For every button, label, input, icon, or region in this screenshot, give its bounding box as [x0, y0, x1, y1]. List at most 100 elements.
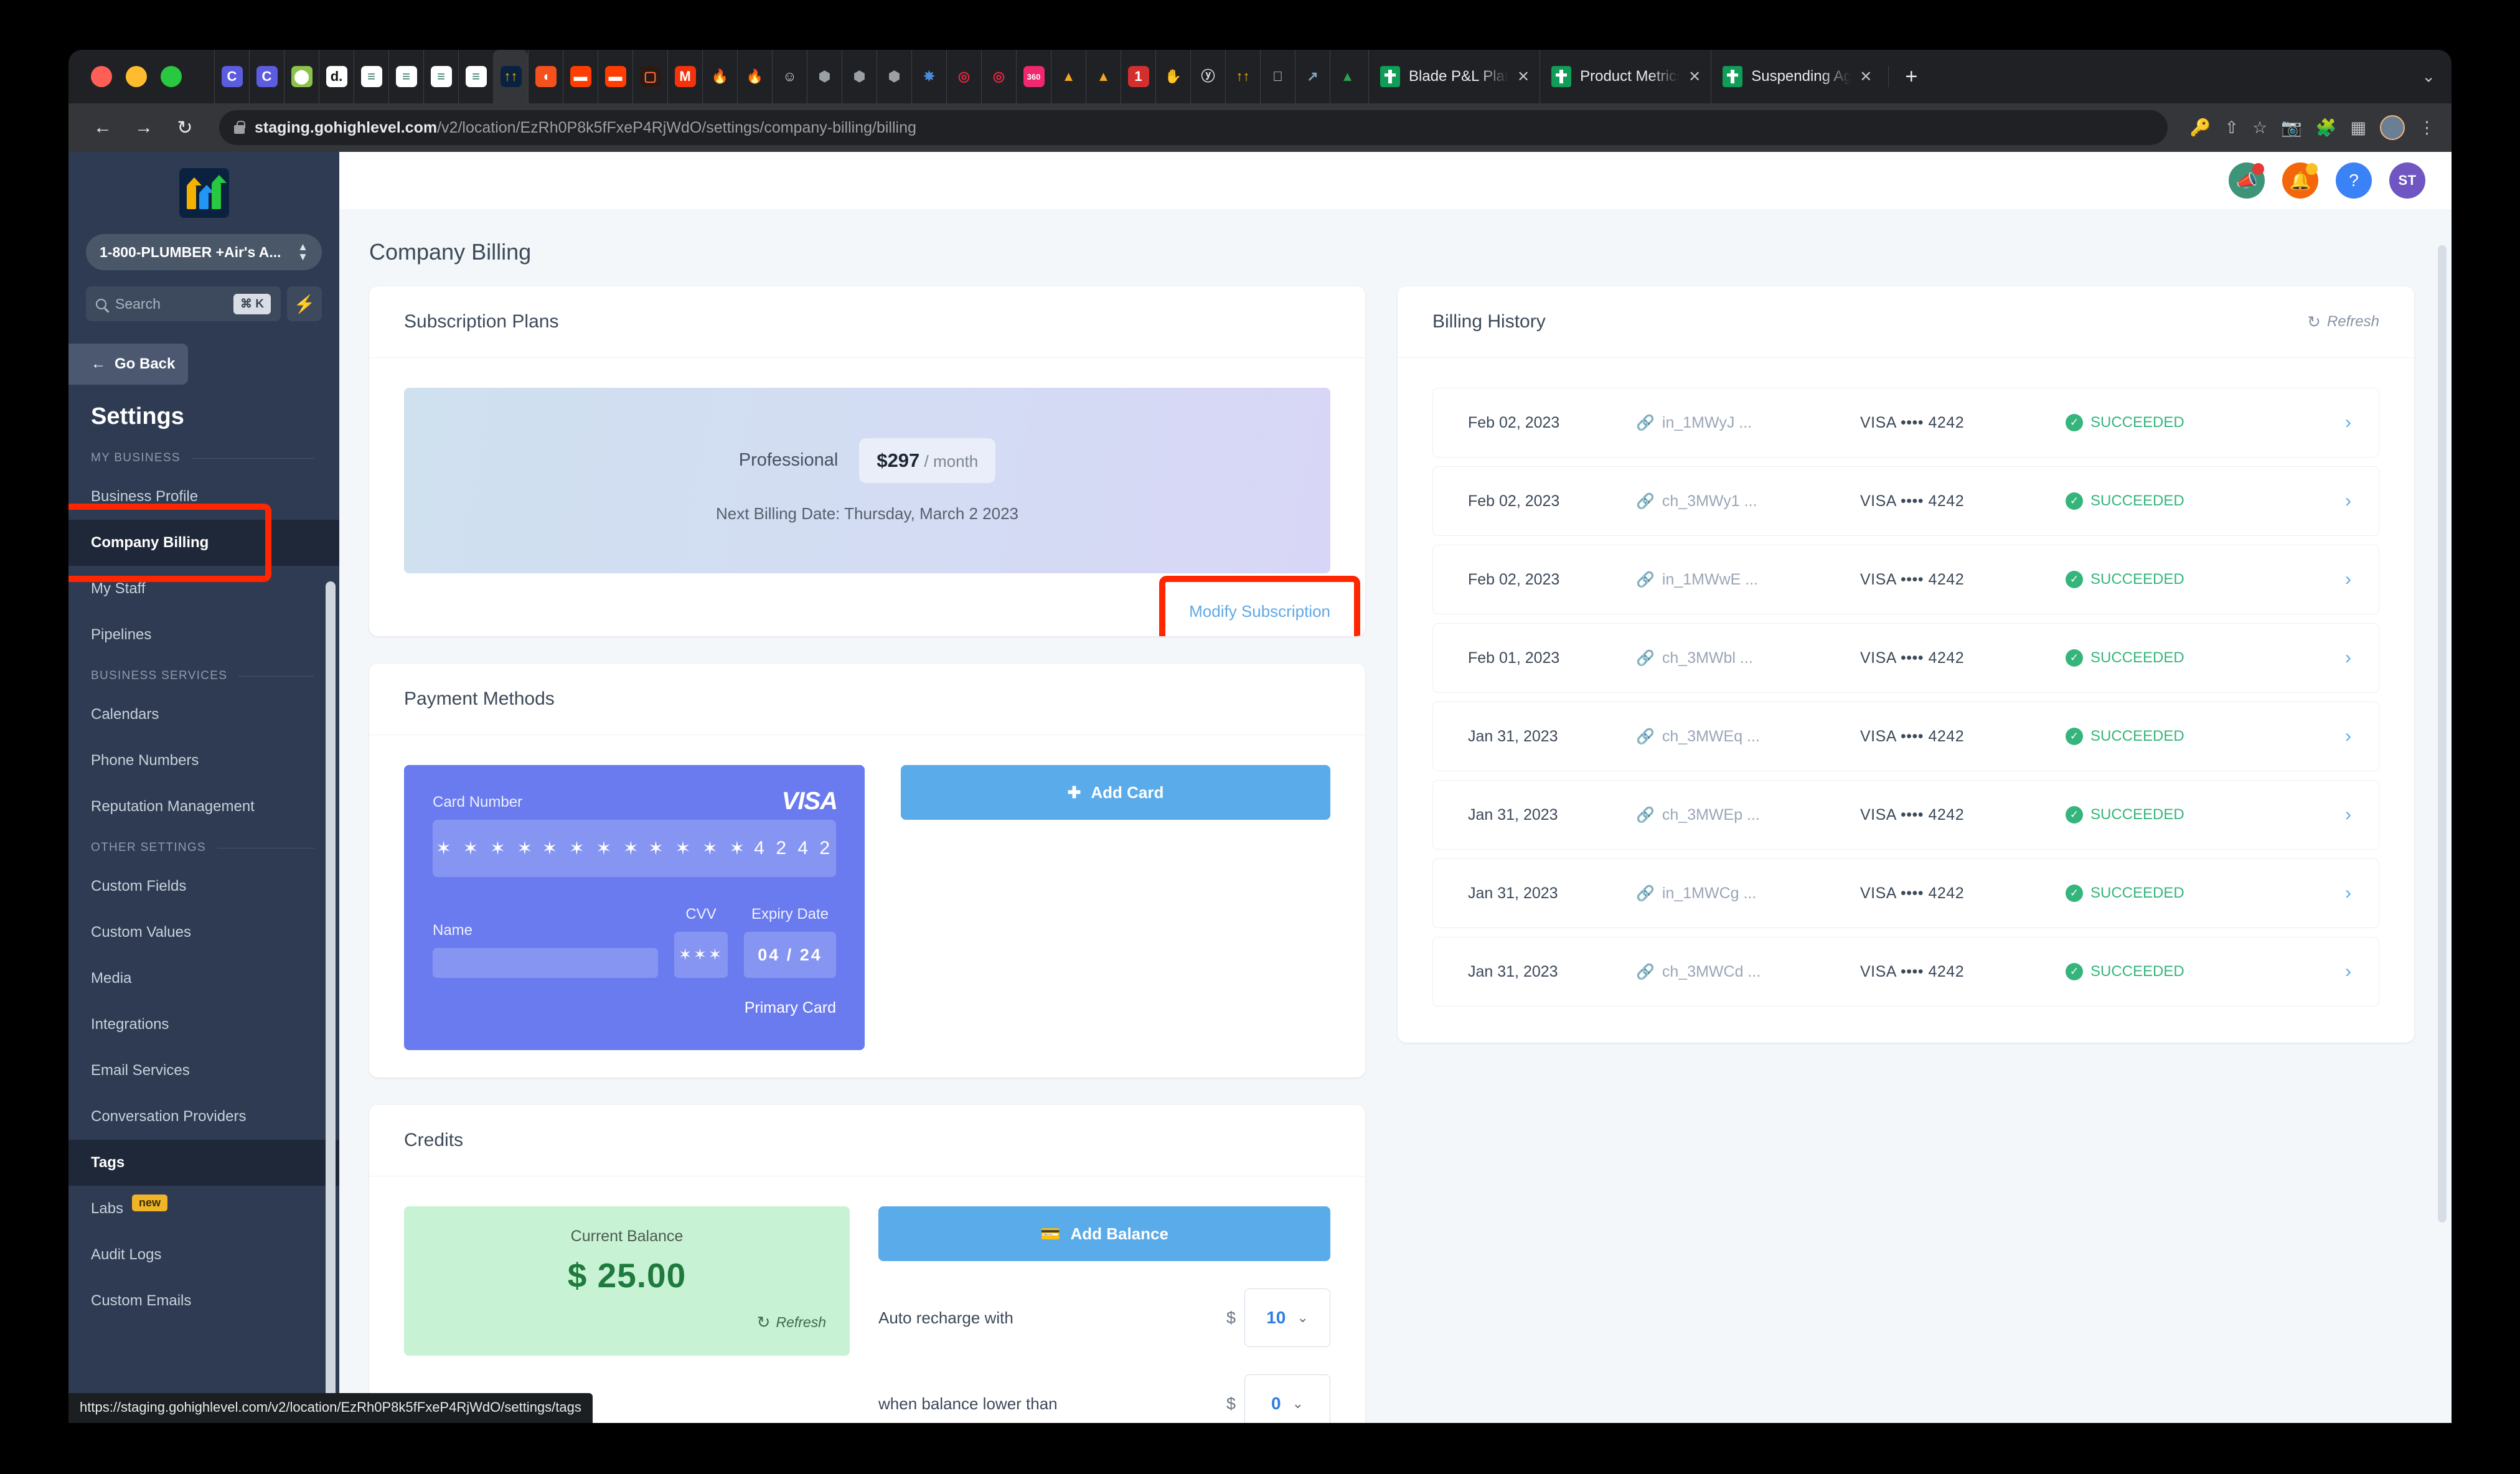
reload-button[interactable]: ↻ [167, 110, 203, 146]
star-icon[interactable]: ☆ [2252, 118, 2267, 138]
new-tab-button[interactable]: + [1888, 66, 1934, 87]
sidebar-item-pipelines[interactable]: Pipelines [68, 612, 339, 658]
table-row[interactable]: Feb 02, 2023 🔗 in_1MWyJ ... VISA •••• 4242 ✓… [1432, 388, 2379, 458]
pinned-tab[interactable]: ▲ [1051, 50, 1086, 103]
back-button[interactable]: ← [85, 110, 121, 146]
maximize-window-button[interactable] [161, 66, 182, 87]
sidebar-item-business-profile[interactable]: Business Profile [68, 474, 339, 520]
browser-tab[interactable]: Suspending Ag ✕ [1711, 50, 1882, 103]
chevron-right-icon[interactable]: › [2325, 726, 2371, 747]
transaction-id-link[interactable]: 🔗 ch_3MWCd ... [1636, 963, 1860, 981]
modify-subscription-link[interactable]: Modify Subscription [1189, 602, 1330, 621]
chevron-right-icon[interactable]: › [2325, 647, 2371, 669]
go-back-button[interactable]: ← Go Back [68, 344, 188, 385]
pinned-tab[interactable]: ≡ [458, 50, 493, 103]
sidebar-item-my-staff[interactable]: My Staff [68, 566, 339, 612]
chevron-right-icon[interactable]: › [2325, 569, 2371, 590]
sidebar-item-custom-fields[interactable]: Custom Fields [68, 863, 339, 909]
transaction-id-link[interactable]: 🔗 in_1MWCg ... [1636, 885, 1860, 903]
pinned-tab[interactable]: ≡ [354, 50, 388, 103]
pinned-tab[interactable]: ◖ [528, 50, 563, 103]
transaction-id-link[interactable]: 🔗 ch_3MWy1 ... [1636, 492, 1860, 510]
pinned-tab[interactable]: ✵ [911, 50, 946, 103]
pinned-tab[interactable]: M [667, 50, 702, 103]
pinned-tab[interactable]: ◎ [946, 50, 981, 103]
chrome-menu-icon[interactable]: ⋮ [2419, 118, 2435, 138]
pinned-tab[interactable]: 🔥 [702, 50, 737, 103]
pinned-tab[interactable]: 🔥 [737, 50, 772, 103]
sidebar-item-email-services[interactable]: Email Services [68, 1048, 339, 1094]
highlevel-logo-icon[interactable] [179, 168, 229, 218]
sidebar-item-phone-numbers[interactable]: Phone Numbers [68, 738, 339, 784]
table-row[interactable]: Jan 31, 2023 🔗 in_1MWCg ... VISA •••• 4242 ✓… [1432, 858, 2379, 928]
close-tab-icon[interactable]: ✕ [1517, 68, 1530, 86]
sidebar-item-custom-values[interactable]: Custom Values [68, 909, 339, 955]
sidebar-item-media[interactable]: Media [68, 955, 339, 1002]
browser-tab[interactable]: Blade P&L Plan ✕ [1368, 50, 1540, 103]
chevron-right-icon[interactable]: › [2325, 961, 2371, 982]
pinned-tab[interactable]: ◎ [981, 50, 1016, 103]
search-input[interactable]: Search ⌘ K [86, 286, 281, 321]
pinned-tab[interactable]: ▲ [1330, 50, 1365, 103]
sidebar-item-conversation-providers[interactable]: Conversation Providers [68, 1094, 339, 1140]
pinned-tab[interactable]: 1 [1121, 50, 1155, 103]
pinned-tab[interactable]: ↗ [1295, 50, 1330, 103]
pinned-tab[interactable]:  [1260, 50, 1295, 103]
side-panel-icon[interactable]: ▦ [2350, 118, 2366, 138]
avatar[interactable]: ST [2389, 162, 2425, 199]
balance-threshold-select[interactable]: 0 ⌄ [1244, 1374, 1330, 1423]
chevron-right-icon[interactable]: › [2325, 804, 2371, 825]
tab-overflow-icon[interactable]: ⌄ [2422, 67, 2435, 87]
transaction-id-link[interactable]: 🔗 ch_3MWbl ... [1636, 649, 1860, 667]
table-row[interactable]: Feb 02, 2023 🔗 ch_3MWy1 ... VISA •••• 4242 ✓… [1432, 466, 2379, 536]
sidebar-item-reputation-management[interactable]: Reputation Management [68, 784, 339, 830]
pinned-tab[interactable]: ☺ [772, 50, 807, 103]
pinned-tab[interactable]: ↑↑ [1225, 50, 1260, 103]
pinned-tab[interactable]: ⬢ [842, 50, 877, 103]
lightning-bolt-icon[interactable]: ⚡ [287, 286, 322, 321]
pinned-tab[interactable]: C [214, 50, 249, 103]
pinned-tab[interactable]: ≡ [423, 50, 458, 103]
add-card-button[interactable]: ✚ Add Card [901, 765, 1330, 820]
table-row[interactable]: Jan 31, 2023 🔗 ch_3MWEp ... VISA •••• 4242 ✓… [1432, 780, 2379, 850]
pinned-tab[interactable]: C [249, 50, 284, 103]
chevron-right-icon[interactable]: › [2325, 412, 2371, 433]
sidebar-item-tags[interactable]: Tags [68, 1140, 339, 1186]
extensions-icon[interactable]: 🧩 [2316, 118, 2337, 138]
sidebar-item-calendars[interactable]: Calendars [68, 692, 339, 738]
sidebar-item-custom-emails[interactable]: Custom Emails [68, 1278, 339, 1324]
pinned-tab[interactable]: ▬ [598, 50, 632, 103]
pinned-tab[interactable]: ⬢ [807, 50, 842, 103]
billing-history-refresh-button[interactable]: ↻ Refresh [2307, 312, 2379, 332]
key-icon[interactable]: 🔑 [2190, 118, 2211, 138]
sidebar-item-labs[interactable]: Labs new [68, 1186, 339, 1232]
pinned-tab[interactable]: d. [319, 50, 354, 103]
pinned-tab[interactable]: ⓨ [1190, 50, 1225, 103]
close-window-button[interactable] [91, 66, 112, 87]
pinned-tab[interactable]: ✋ [1155, 50, 1190, 103]
close-tab-icon[interactable]: ✕ [1688, 68, 1701, 86]
location-switcher[interactable]: 1-800-PLUMBER +Air's A... ▲ ▼ [86, 234, 322, 270]
pinned-tab[interactable]: ⬢ [877, 50, 911, 103]
pinned-tab[interactable]: ↑↑ [493, 50, 528, 103]
chevron-right-icon[interactable]: › [2325, 491, 2371, 512]
chevron-right-icon[interactable]: › [2325, 883, 2371, 904]
browser-profile-avatar[interactable] [2380, 115, 2405, 140]
help-icon[interactable]: ? [2336, 162, 2372, 199]
sidebar-item-company-billing[interactable]: Company Billing [68, 520, 339, 566]
table-row[interactable]: Jan 31, 2023 🔗 ch_3MWEq ... VISA •••• 4242 ✓… [1432, 702, 2379, 771]
table-row[interactable]: Jan 31, 2023 🔗 ch_3MWCd ... VISA •••• 4242 ✓… [1432, 937, 2379, 1007]
share-icon[interactable]: ⇧ [2224, 118, 2239, 138]
transaction-id-link[interactable]: 🔗 ch_3MWEq ... [1636, 728, 1860, 746]
transaction-id-link[interactable]: 🔗 in_1MWyJ ... [1636, 414, 1860, 432]
address-bar[interactable]: staging.gohighlevel.com/v2/location/EzRh… [219, 110, 2168, 145]
close-tab-icon[interactable]: ✕ [1859, 68, 1872, 86]
browser-tab[interactable]: Product Metrics ✕ [1540, 50, 1711, 103]
pinned-tab[interactable]: ▬ [563, 50, 598, 103]
sidebar-scrollbar[interactable] [326, 581, 336, 1423]
balance-refresh-button[interactable]: ↻ Refresh [757, 1313, 826, 1332]
add-balance-button[interactable]: 💳 Add Balance [878, 1206, 1330, 1261]
transaction-id-link[interactable]: 🔗 in_1MWwE ... [1636, 571, 1860, 589]
pinned-tab[interactable]: ⬤ [284, 50, 319, 103]
table-row[interactable]: Feb 02, 2023 🔗 in_1MWwE ... VISA •••• 4242 ✓… [1432, 545, 2379, 614]
